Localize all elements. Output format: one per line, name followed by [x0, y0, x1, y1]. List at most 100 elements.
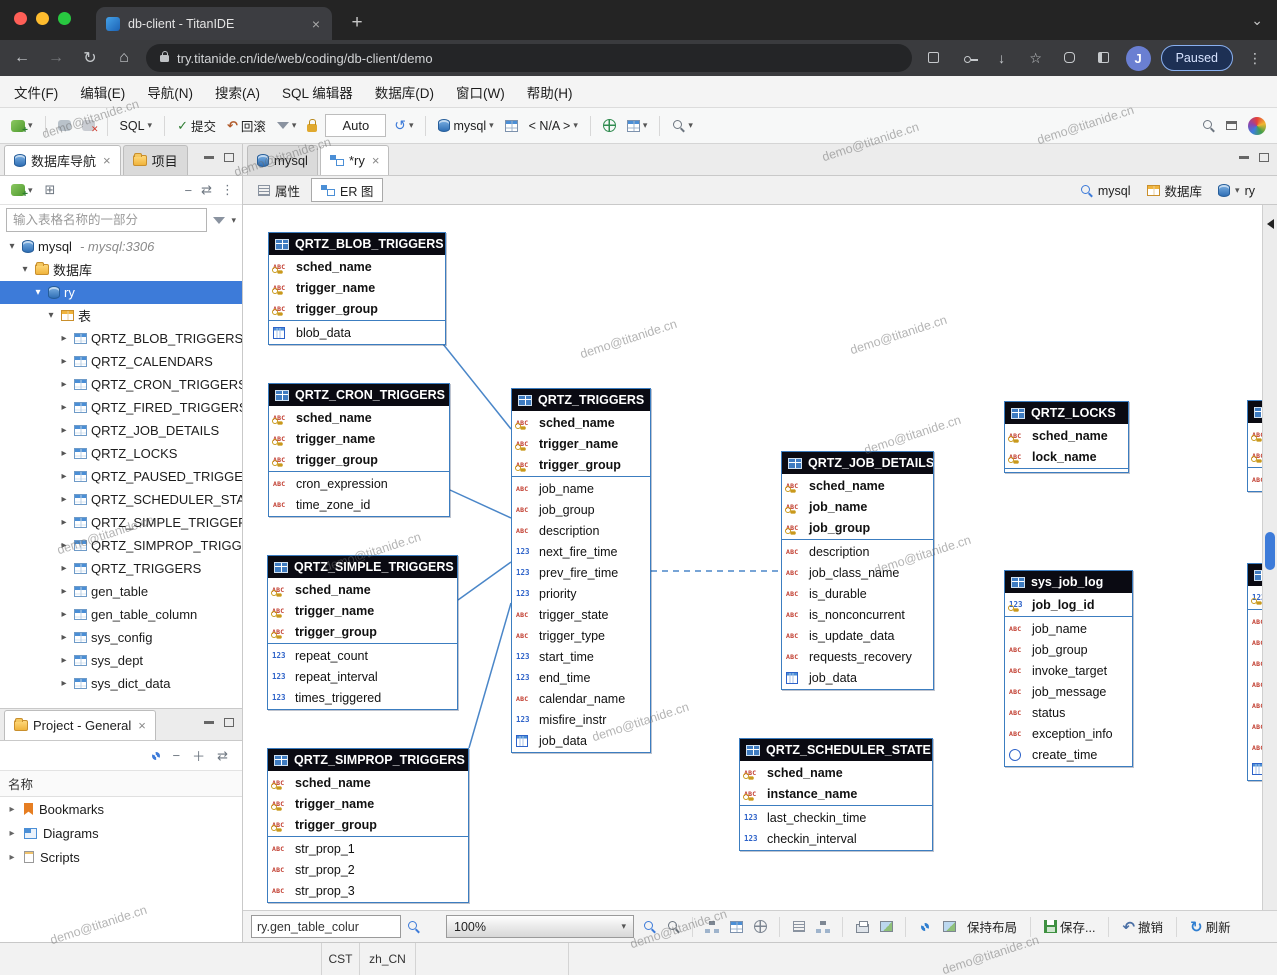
- relation-line[interactable]: [458, 562, 511, 600]
- entity-field[interactable]: invoke_target: [1005, 660, 1132, 681]
- expand-arrow-icon[interactable]: ▸: [58, 678, 70, 689]
- entity-field[interactable]: checkin_interval: [740, 828, 932, 849]
- transaction-log-button[interactable]: ↺▾: [391, 115, 416, 136]
- diagram-search-input[interactable]: [251, 915, 401, 938]
- er-entity-QRTZ_LOCKS[interactable]: QRTZ_LOCKSsched_namelock_name: [1004, 401, 1129, 473]
- expand-arrow-icon[interactable]: ▾: [19, 264, 31, 275]
- entity-field[interactable]: status: [1005, 702, 1132, 723]
- tab-database-navigator[interactable]: 数据库导航 ×: [4, 145, 121, 175]
- entity-field[interactable]: trigger_name: [269, 277, 445, 298]
- entity-header[interactable]: QRTZ_LOCKS: [1005, 402, 1128, 424]
- entity-field[interactable]: trigger_group: [268, 814, 468, 835]
- entity-field[interactable]: sched_name: [268, 772, 468, 793]
- entity-field[interactable]: sched_name: [782, 475, 933, 496]
- er-entity-QRTZ_JOB_DETAILS[interactable]: QRTZ_JOB_DETAILSsched_namejob_namejob_gr…: [781, 451, 934, 690]
- expand-arrow-icon[interactable]: ▸: [58, 402, 70, 413]
- filter-funnel-icon[interactable]: [213, 217, 225, 224]
- project-item-Diagrams[interactable]: ▸Diagrams: [0, 821, 242, 845]
- tree-item-QRTZ_SIMPLE_TRIGGERS[interactable]: ▸QRTZ_SIMPLE_TRIGGERS: [0, 511, 242, 534]
- crumb-database[interactable]: 数据库: [1147, 181, 1203, 200]
- zoom-window-button[interactable]: [58, 12, 71, 25]
- menu-item[interactable]: 数据库(D): [375, 82, 434, 102]
- bookmark-star-icon[interactable]: ☆: [1024, 50, 1048, 67]
- tree-item-QRTZ_JOB_DETAILS[interactable]: ▸QRTZ_JOB_DETAILS: [0, 419, 242, 442]
- tree-item-数据库[interactable]: ▾数据库: [0, 258, 242, 281]
- rollback-button[interactable]: ↶回滚: [224, 114, 269, 137]
- tree-item-QRTZ_BLOB_TRIGGERS[interactable]: ▸QRTZ_BLOB_TRIGGERS: [0, 327, 242, 350]
- tab-project-general[interactable]: Project - General ×: [4, 710, 156, 740]
- crumb-connection[interactable]: mysql: [1080, 184, 1131, 198]
- entity-field[interactable]: calendar_name: [512, 688, 650, 709]
- profile-avatar[interactable]: J: [1126, 46, 1151, 71]
- export-button[interactable]: ▾: [624, 118, 651, 134]
- entity-field[interactable]: sched_name: [512, 412, 650, 433]
- expand-arrow-icon[interactable]: ▸: [58, 448, 70, 459]
- tab-project[interactable]: 项目: [123, 145, 188, 175]
- copy-icon[interactable]: [922, 50, 946, 66]
- new-connection-button[interactable]: ▾: [8, 118, 36, 134]
- entity-field[interactable]: description: [512, 520, 650, 541]
- close-window-button[interactable]: [14, 12, 27, 25]
- entity-field[interactable]: trigger_group: [268, 621, 457, 642]
- expand-arrow-icon[interactable]: ▾: [6, 241, 18, 252]
- save-diagram-button[interactable]: 保存...: [1041, 915, 1098, 938]
- filter-chevron-icon[interactable]: ▾: [231, 215, 236, 226]
- browser-menu-icon[interactable]: ⋮: [1243, 50, 1267, 67]
- download-icon[interactable]: ↓: [990, 50, 1014, 66]
- entity-field[interactable]: trigger_name: [268, 793, 468, 814]
- browser-tab[interactable]: db-client - TitanIDE ×: [96, 7, 332, 40]
- expand-arrow-icon[interactable]: ▸: [6, 852, 18, 863]
- commit-button[interactable]: ✓提交: [174, 114, 219, 137]
- entity-field[interactable]: last_checkin_time: [740, 807, 932, 828]
- entity-field[interactable]: instance_name: [740, 783, 932, 804]
- active-schema-selector[interactable]: < N/A >▾: [526, 117, 581, 135]
- connect-button[interactable]: [55, 118, 74, 133]
- entity-field[interactable]: misfire_instr: [512, 709, 650, 730]
- scrollbar-thumb[interactable]: [1265, 532, 1275, 570]
- expand-arrow-icon[interactable]: ▸: [58, 379, 70, 390]
- entity-field[interactable]: job_name: [782, 496, 933, 517]
- er-diagram-canvas[interactable]: QRTZ_BLOB_TRIGGERSsched_nametrigger_name…: [243, 205, 1277, 910]
- user-menu-button[interactable]: [1245, 115, 1269, 137]
- entity-field[interactable]: trigger_group: [269, 298, 445, 319]
- transaction-filter-button[interactable]: ▾: [274, 118, 300, 133]
- entity-field[interactable]: times_triggered: [268, 687, 457, 708]
- close-icon[interactable]: ×: [372, 153, 380, 168]
- tree-item-QRTZ_TRIGGERS[interactable]: ▸QRTZ_TRIGGERS: [0, 557, 242, 580]
- tree-item-gen_table_column[interactable]: ▸gen_table_column: [0, 603, 242, 626]
- entity-field[interactable]: prev_fire_time: [512, 562, 650, 583]
- entity-field[interactable]: str_prop_2: [268, 859, 468, 880]
- minimize-panel-icon[interactable]: [1239, 156, 1249, 159]
- new-folder-button[interactable]: ⊞: [45, 182, 56, 198]
- relation-line[interactable]: [450, 490, 511, 518]
- entity-field[interactable]: is_nonconcurrent: [782, 604, 933, 625]
- maximize-panel-icon[interactable]: [224, 718, 234, 727]
- entity-field[interactable]: sched_name: [268, 579, 457, 600]
- entity-field[interactable]: job_log_id: [1005, 594, 1132, 615]
- minimize-window-button[interactable]: [36, 12, 49, 25]
- tree-item-ry[interactable]: ▾ry: [0, 281, 242, 304]
- entity-field[interactable]: sched_name: [269, 256, 445, 277]
- expand-arrow-icon[interactable]: ▸: [58, 471, 70, 482]
- new-tab-button[interactable]: +: [344, 11, 370, 35]
- minimize-panel-icon[interactable]: [204, 156, 214, 159]
- entity-field[interactable]: exception_info: [1005, 723, 1132, 744]
- entity-field[interactable]: job_data: [512, 730, 650, 751]
- toolbar-search-button[interactable]: ▾: [669, 117, 696, 134]
- crumb-schema[interactable]: ▾ ry: [1218, 184, 1255, 198]
- tree-item-sys_config[interactable]: ▸sys_config: [0, 626, 242, 649]
- fit-view-button[interactable]: [751, 918, 769, 936]
- entity-field[interactable]: lock_name: [1005, 446, 1128, 467]
- tab-close-icon[interactable]: ×: [310, 16, 322, 32]
- expand-arrow-icon[interactable]: ▾: [45, 310, 57, 321]
- entity-field[interactable]: job_name: [1005, 618, 1132, 639]
- project-item-Scripts[interactable]: ▸Scripts: [0, 845, 242, 869]
- url-bar[interactable]: try.titanide.cn/ide/web/coding/db-client…: [146, 44, 912, 72]
- entity-header[interactable]: QRTZ_BLOB_TRIGGERS: [269, 233, 445, 255]
- auto-commit-button[interactable]: Auto: [325, 114, 386, 137]
- expand-all-icon[interactable]: ＋: [192, 746, 205, 765]
- back-icon[interactable]: ←: [10, 49, 34, 67]
- entity-field[interactable]: description: [782, 541, 933, 562]
- entity-field[interactable]: is_update_data: [782, 625, 933, 646]
- close-icon[interactable]: ×: [138, 718, 146, 733]
